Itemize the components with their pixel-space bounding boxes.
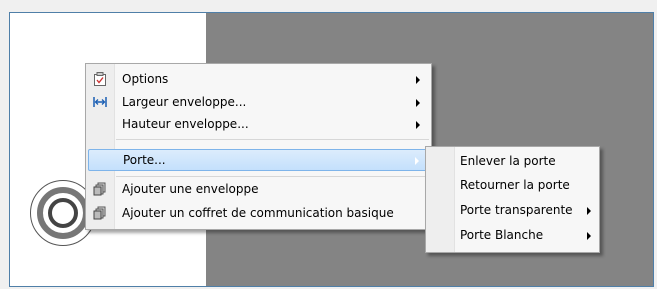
menu-item-label: Ajouter une enveloppe [122,182,259,196]
menu-separator [116,139,429,140]
menu-item-hauteur[interactable]: Hauteur enveloppe... [86,113,431,135]
context-menu: Options Largeur enveloppe... Hauteur env… [85,63,432,230]
submenu-item-blanche[interactable]: Porte Blanche [426,224,599,246]
submenu-item-retourner[interactable]: Retourner la porte [426,174,599,196]
submenu-item-enlever[interactable]: Enlever la porte [426,150,599,172]
circle-component-core [48,198,78,228]
menu-item-label: Enlever la porte [460,154,556,168]
submenu-arrow-icon [587,232,591,240]
menu-item-label: Largeur enveloppe... [122,95,247,109]
checklist-icon [92,71,108,87]
menu-item-label: Hauteur enveloppe... [122,117,249,131]
menu-item-largeur[interactable]: Largeur enveloppe... [86,91,431,113]
menu-separator [116,176,429,177]
porte-submenu: Enlever la porte Retourner la porte Port… [425,146,600,253]
menu-item-ajouter-enveloppe[interactable]: Ajouter une enveloppe [86,178,431,200]
menu-item-options[interactable]: Options [86,68,431,90]
menu-item-label: Porte transparente [460,203,573,217]
menu-item-label: Ajouter un coffret de communication basi… [122,206,394,220]
menu-item-label: Options [122,72,169,86]
submenu-arrow-icon [416,76,420,84]
width-arrows-icon [92,94,108,110]
menu-item-label: Retourner la porte [460,178,570,192]
stack-icon [92,181,108,197]
menu-item-ajouter-coffret[interactable]: Ajouter un coffret de communication basi… [86,202,431,224]
submenu-arrow-icon [416,99,420,107]
stack-icon [92,205,108,221]
submenu-item-transparente[interactable]: Porte transparente [426,199,599,221]
menu-item-label: Porte... [123,153,166,167]
menu-item-porte[interactable]: Porte... [88,149,429,171]
submenu-arrow-icon [415,157,419,165]
menu-item-label: Porte Blanche [460,228,544,242]
submenu-arrow-icon [416,121,420,129]
submenu-arrow-icon [587,207,591,215]
